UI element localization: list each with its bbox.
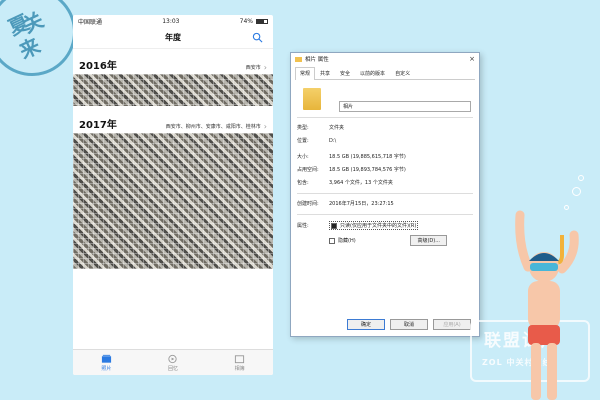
bubble-icon: [578, 175, 584, 181]
albums-icon: [235, 354, 245, 363]
field-value: 2016年7月15日，23:27:15: [329, 201, 394, 207]
tab-bar: 照片 回忆 相簿: [73, 349, 273, 375]
tab-albums[interactable]: 相簿: [234, 354, 245, 372]
field-label: 包含:: [297, 180, 309, 186]
photo-grid-2017[interactable]: [73, 133, 273, 269]
year-title: 2016年: [79, 61, 117, 72]
locations-label: 西安市: [245, 65, 261, 71]
folder-name-input[interactable]: 相片: [339, 101, 471, 112]
tab-label: 回忆: [167, 365, 178, 372]
tab-security[interactable]: 安全: [335, 67, 355, 79]
field-value: 文件夹: [329, 125, 345, 131]
battery-percent: 74%: [239, 17, 253, 25]
dialog-tabs: 常规 共享 安全 以前的版本 自定义: [295, 67, 475, 80]
field-row-contains: 包含: 3,964 个文件，13 个文件夹: [297, 179, 473, 186]
bubble-icon: [572, 187, 581, 196]
section-2017[interactable]: 2017年 西安市、柳州市、安康市、咸阳市、桂林市 ›: [73, 116, 273, 269]
tab-customize[interactable]: 自定义: [390, 67, 415, 79]
carrier-label: 中国联通: [78, 18, 103, 26]
memories-icon: [168, 354, 178, 363]
tab-memories[interactable]: 回忆: [167, 354, 178, 372]
tab-label: 照片: [101, 365, 112, 372]
advanced-button[interactable]: 高级(D)...: [410, 235, 447, 246]
swimmer-illustration: [500, 175, 590, 400]
dialog-titlebar[interactable]: 相片 属性 ×: [291, 53, 479, 65]
checkbox-icon: [329, 237, 335, 244]
ok-button[interactable]: 确定: [347, 319, 385, 330]
swimmer-figure: [515, 210, 579, 400]
folder-icon: [295, 56, 302, 62]
tab-photos[interactable]: 照片: [101, 354, 112, 372]
search-icon[interactable]: [252, 32, 263, 43]
field-row-type: 类型: 文件夹: [297, 124, 473, 131]
phone-screen: 中国联通 13:03 74% 年度 2016年 西安市 › 2017年 西安市、柳…: [73, 15, 273, 375]
close-icon[interactable]: ×: [469, 55, 475, 63]
attributes-label: 属性:: [297, 223, 309, 229]
nav-title: 年度: [165, 33, 181, 42]
divider: [297, 214, 473, 215]
field-row-size-on-disk: 占用空间: 18.5 GB (19,893,784,576 字节): [297, 166, 473, 173]
cancel-button[interactable]: 取消: [390, 319, 428, 330]
nav-bar: 年度: [73, 27, 273, 49]
field-value: 3,964 个文件，13 个文件夹: [329, 180, 393, 186]
chevron-right-icon: ›: [263, 122, 267, 131]
bubble-icon: [564, 205, 569, 210]
field-label: 大小:: [297, 154, 309, 160]
battery-icon: [256, 18, 268, 24]
tab-general[interactable]: 常规: [295, 67, 316, 80]
status-bar: 中国联通 13:03 74%: [73, 15, 273, 27]
tab-sharing[interactable]: 共享: [315, 67, 335, 79]
photo-grid-2016[interactable]: [73, 74, 273, 106]
dialog-title: 相片 属性: [305, 57, 329, 63]
readonly-checkbox[interactable]: 只读(仅应用于文件夹中的文件)(R): [329, 221, 419, 230]
readonly-label: 只读(仅应用于文件夹中的文件)(R): [340, 223, 417, 229]
checkbox-indeterminate-icon: [331, 222, 337, 229]
field-label: 位置:: [297, 138, 309, 144]
dialog-buttons: 确定 取消 应用(A): [347, 319, 471, 330]
divider: [297, 117, 473, 118]
tab-label: 相簿: [234, 365, 245, 372]
folder-large-icon: [303, 88, 321, 110]
field-row-created: 创建时间: 2016年7月15日，23:27:15: [297, 200, 473, 207]
field-label: 创建时间:: [297, 201, 319, 207]
tab-previous-versions[interactable]: 以前的版本: [355, 67, 390, 79]
attributes-row: 属性: 只读(仅应用于文件夹中的文件)(R): [297, 221, 473, 230]
divider: [297, 193, 473, 194]
locations-label: 西安市、柳州市、安康市、咸阳市、桂林市: [165, 124, 261, 130]
apply-button[interactable]: 应用(A): [433, 319, 471, 330]
hidden-row: 隐藏(H) 高级(D)...: [297, 235, 473, 246]
status-right: 74%: [240, 18, 268, 25]
hidden-label: 隐藏(H): [338, 238, 356, 244]
chevron-right-icon: ›: [263, 63, 267, 72]
properties-dialog: 相片 属性 × 常规 共享 安全 以前的版本 自定义 相片 类型: 文件夹 位置:…: [290, 52, 480, 337]
field-label: 类型:: [297, 125, 309, 131]
field-label: 占用空间:: [297, 167, 319, 173]
field-row-location: 位置: D:\: [297, 137, 473, 145]
year-title: 2017年: [79, 120, 117, 131]
field-value: 18.5 GB (19,893,784,576 字节): [329, 167, 406, 173]
hidden-checkbox[interactable]: 隐藏(H): [329, 237, 356, 244]
section-2016[interactable]: 2016年 西安市 ›: [73, 57, 273, 106]
clock: 13:03: [162, 17, 180, 25]
photos-icon: [101, 354, 111, 363]
field-value: 18.5 GB (19,885,615,718 字节): [329, 154, 406, 160]
field-row-size: 大小: 18.5 GB (19,885,615,718 字节): [297, 153, 473, 160]
field-value: D:\: [329, 137, 337, 144]
